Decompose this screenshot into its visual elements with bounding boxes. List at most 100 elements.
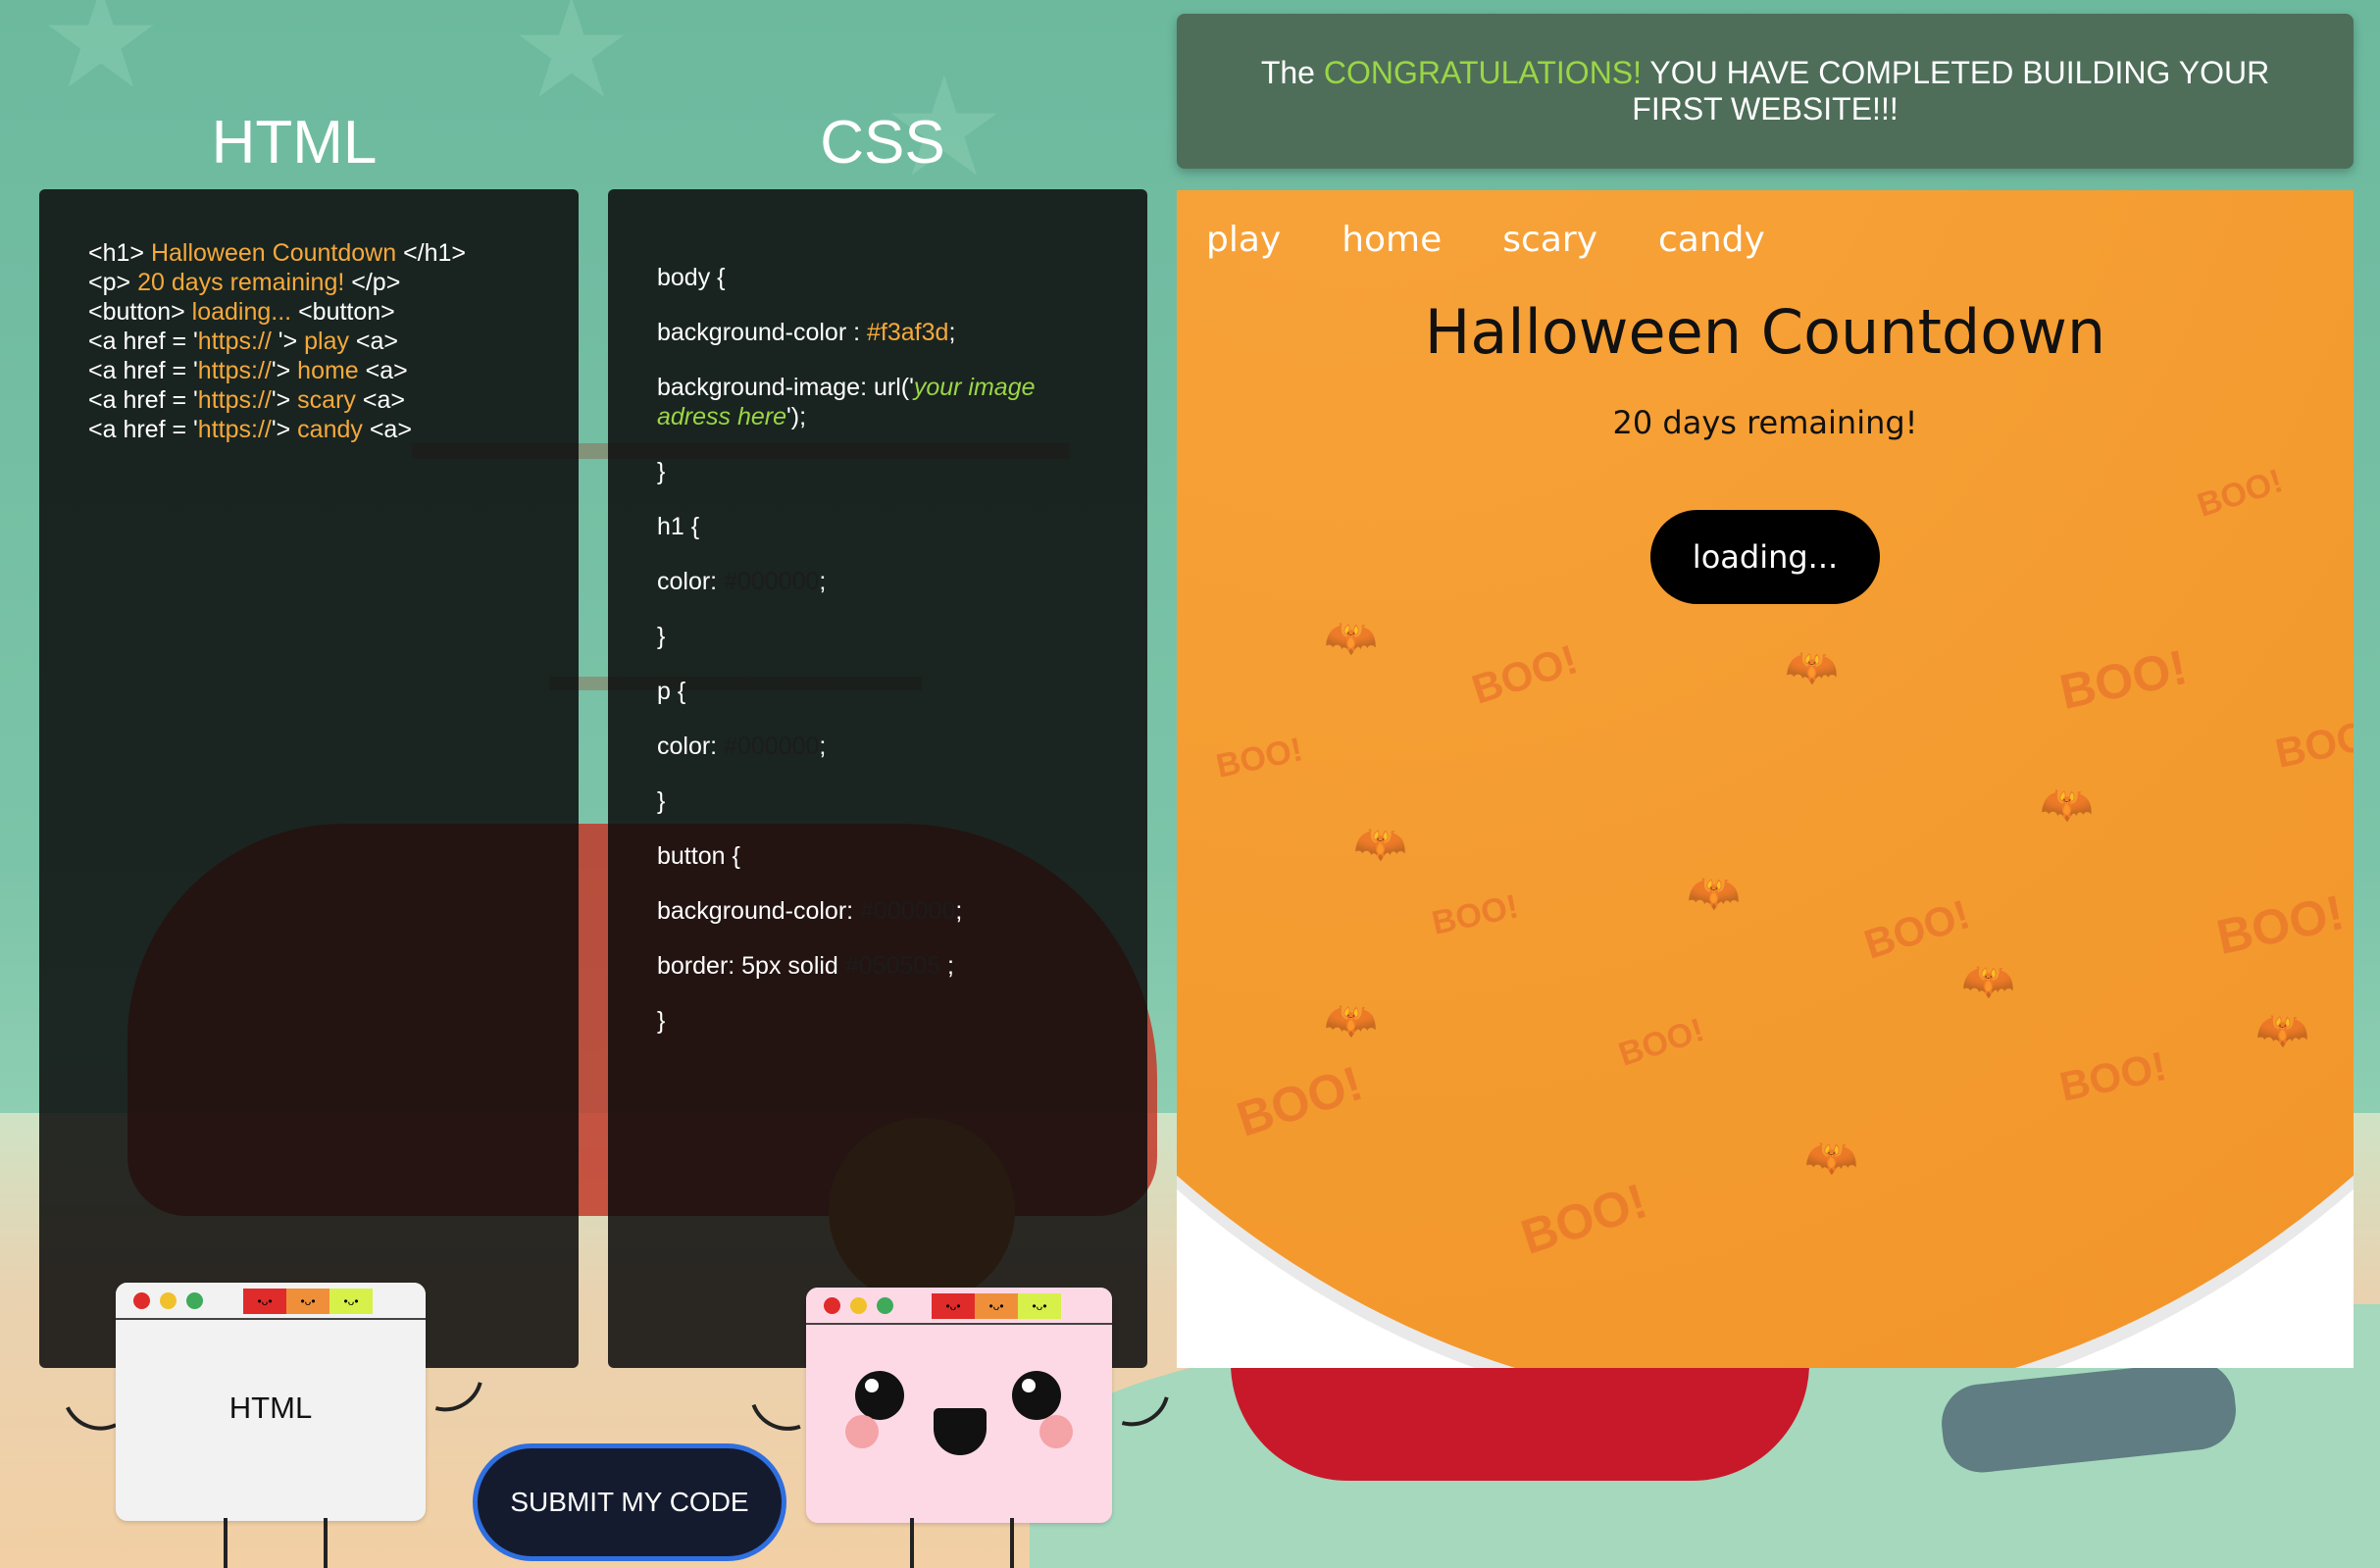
html-code-token: Halloween Countdown	[150, 239, 397, 267]
css-code-token: ;	[948, 319, 956, 346]
html-code-token: <p>	[88, 269, 138, 296]
character-leg	[1010, 1518, 1014, 1568]
html-code[interactable]: <h1> Halloween Countdown </h1> <p> 20 day…	[88, 238, 466, 444]
css-code-token: #000000	[724, 568, 820, 595]
face-icon: •ᴗ•	[975, 1293, 1018, 1319]
html-code-token: <button>	[291, 298, 395, 326]
css-code-line: border: 5px solid #050505 ;	[657, 951, 1089, 981]
css-code-token: background-color:	[657, 897, 861, 925]
window-chrome: •ᴗ• •ᴗ• •ᴗ•	[116, 1283, 426, 1320]
html-code-token: <a>	[348, 328, 399, 355]
html-code-panel[interactable]: <h1> Halloween Countdown </h1> <p> 20 day…	[39, 189, 579, 1368]
html-code-line: <h1> Halloween Countdown </h1>	[88, 238, 466, 268]
css-code-line: background-color: #000000;	[657, 896, 1089, 926]
banner-rest: YOU HAVE COMPLETED BUILDING YOUR FIRST W…	[1632, 55, 2270, 126]
html-code-token: home	[297, 357, 359, 384]
css-code-line: }	[657, 1006, 1089, 1036]
html-code-token: https://	[197, 328, 272, 355]
html-code-token: <a>	[362, 416, 412, 443]
face-icon: •ᴗ•	[329, 1289, 373, 1314]
css-code-line: }	[657, 457, 1089, 486]
css-code-token: ;	[955, 897, 963, 925]
html-code-token: https://	[197, 386, 272, 414]
face-icon: •ᴗ•	[243, 1289, 286, 1314]
html-code-token: <a>	[355, 386, 405, 414]
html-code-token: <a href = '	[88, 357, 198, 384]
banner-highlight: CONGRATULATIONS!	[1323, 55, 1643, 90]
preview-loading-button[interactable]: loading...	[1650, 510, 1880, 604]
character-leg	[224, 1518, 228, 1568]
html-code-token: scary	[297, 386, 356, 414]
css-code-line: background-image: url('your image adress…	[657, 373, 1089, 431]
css-code-token: h1 {	[657, 513, 700, 540]
css-code-token: background-image: url('	[657, 374, 914, 401]
bat-icon: 🦇	[1804, 1134, 1858, 1182]
banner-text: The CONGRATULATIONS! YOU HAVE COMPLETED …	[1255, 55, 2275, 127]
html-code-line: <a href = 'https://'> home <a>	[88, 356, 466, 385]
cheek-icon	[845, 1415, 879, 1448]
html-code-token: '>	[271, 416, 298, 443]
close-dot-icon	[133, 1292, 150, 1309]
html-code-token: loading...	[191, 298, 292, 326]
html-code-token: '>	[271, 386, 298, 414]
minimize-dot-icon	[160, 1292, 177, 1309]
css-code-token: #f3af3d	[867, 319, 949, 346]
cheek-icon	[1039, 1415, 1073, 1448]
html-code-token: <button>	[88, 298, 192, 326]
star-decoration: ★	[39, 0, 163, 116]
congratulations-banner: The CONGRATULATIONS! YOU HAVE COMPLETED …	[1177, 14, 2354, 169]
html-code-token: <a href = '	[88, 386, 198, 414]
css-code-line: background-color : #f3af3d;	[657, 318, 1089, 347]
bat-icon: 🦇	[1687, 869, 1741, 917]
css-code-token: body {	[657, 264, 726, 291]
html-code-line: <p> 20 days remaining! </p>	[88, 268, 466, 297]
css-code-token: ;	[940, 952, 955, 980]
html-code-token: https://	[197, 416, 272, 443]
window-tabs: •ᴗ• •ᴗ• •ᴗ•	[932, 1293, 1061, 1319]
bat-icon: 🦇	[1324, 996, 1378, 1044]
html-code-token: <a href = '	[88, 328, 198, 355]
html-code-token: </p>	[344, 269, 401, 296]
css-code-token: color:	[657, 568, 725, 595]
maximize-dot-icon	[877, 1297, 893, 1314]
css-code-token: ');	[786, 403, 807, 430]
css-code-token: }	[657, 623, 666, 650]
nav-link-play[interactable]: play	[1206, 220, 1281, 260]
css-column-title: CSS	[820, 109, 945, 177]
preview-title: Halloween Countdown	[1424, 296, 2106, 368]
red-bowl	[1231, 1363, 1809, 1481]
html-code-token: https://	[197, 357, 272, 384]
css-code-line: p {	[657, 677, 1089, 706]
css-code-panel[interactable]: body {background-color : #f3af3d; backgro…	[608, 189, 1147, 1368]
character-leg	[910, 1518, 914, 1568]
css-code-token: #050505	[844, 952, 941, 980]
html-code-line: <a href = 'https:// '> play <a>	[88, 327, 466, 356]
eye-icon	[855, 1371, 904, 1420]
mouth-icon	[934, 1408, 987, 1455]
html-code-token: <a href = '	[88, 416, 198, 443]
nav-link-scary[interactable]: scary	[1502, 220, 1597, 260]
face-icon: •ᴗ•	[286, 1289, 329, 1314]
html-column-title: HTML	[211, 109, 378, 177]
html-character-label: HTML	[228, 1391, 313, 1425]
html-code-line: <a href = 'https://'> scary <a>	[88, 385, 466, 415]
css-code-token: }	[657, 787, 666, 815]
window-chrome: •ᴗ• •ᴗ• •ᴗ•	[806, 1288, 1112, 1325]
nav-link-candy[interactable]: candy	[1658, 220, 1765, 260]
css-code-token: background-color :	[657, 319, 868, 346]
css-code[interactable]: body {background-color : #f3af3d; backgro…	[657, 263, 1089, 1061]
minimize-dot-icon	[850, 1297, 867, 1314]
bat-icon: 🦇	[1785, 643, 1839, 691]
bat-icon: 🦇	[1324, 614, 1378, 662]
nav-link-home[interactable]: home	[1342, 220, 1442, 260]
submit-code-button[interactable]: SUBMIT MY CODE	[473, 1443, 786, 1561]
banner-prefix: The	[1260, 55, 1324, 90]
bat-icon: 🦇	[2255, 1006, 2309, 1054]
css-code-token: #000000	[724, 733, 820, 760]
css-code-token: }	[657, 458, 666, 485]
css-code-token: button {	[657, 842, 740, 870]
bat-icon: 🦇	[1353, 820, 1407, 868]
preview-subtitle: 20 days remaining!	[1612, 404, 1918, 441]
css-code-token: #000000	[860, 897, 956, 925]
eye-icon	[1012, 1371, 1061, 1420]
